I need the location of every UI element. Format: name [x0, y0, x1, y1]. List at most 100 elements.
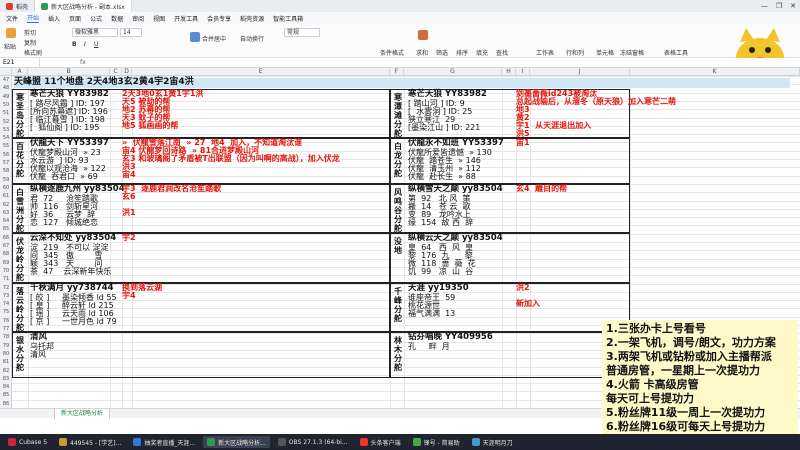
rows-columns-button[interactable]: 行和列	[566, 48, 584, 57]
territory-label[interactable]: 落 云 岭 分 舵	[14, 287, 26, 332]
row-number[interactable]: 59	[0, 177, 12, 183]
row-number[interactable]: 56	[0, 152, 12, 158]
guild-title[interactable]: 千秋满月 yy738744	[30, 284, 114, 293]
guild-title[interactable]: 天涯 yy19350	[408, 284, 469, 293]
row-number[interactable]: 49	[0, 94, 12, 100]
menu-formula[interactable]: 公式	[90, 14, 102, 23]
member-list[interactable]: 皇 64 西 风 皇 黎 176 九 黎 微 118 蔷 薇 花 饥 99 凉 …	[408, 244, 476, 276]
menu-view[interactable]: 视图	[153, 14, 165, 23]
row-number[interactable]: 63	[0, 210, 12, 216]
row-number[interactable]: 82	[0, 368, 12, 374]
member-list[interactable]: 淀 219 不可以 淀淀 间 345 傲 雪 颖 343 天 问 茶 47 云深…	[30, 244, 111, 276]
cut-button[interactable]: 剪切	[24, 28, 36, 37]
freeze-panes-button[interactable]: 冻结窗格	[620, 48, 644, 57]
member-list[interactable]: 君 72 沧笙踏歌 帅 116 剑斩星河 好 36 云梦 辞 恋 127 倾城绝…	[30, 195, 98, 227]
menu-page[interactable]: 页面	[69, 14, 81, 23]
row-number[interactable]: 64	[0, 218, 12, 224]
sort-button[interactable]: 排序	[456, 48, 468, 57]
cell-button[interactable]: 单元格	[596, 48, 614, 57]
row-number[interactable]: 71	[0, 276, 12, 282]
menu-developer[interactable]: 开发工具	[174, 14, 198, 23]
underline-button[interactable]: U	[94, 41, 98, 48]
notes-cell[interactable]: 宇3 逐鹿君涧改名沧笙踏歌 玄6 洪1	[122, 185, 221, 217]
name-box[interactable]: E21	[0, 58, 40, 67]
row-number[interactable]: 80	[0, 351, 12, 357]
row-number[interactable]: 61	[0, 193, 12, 199]
merge-button[interactable]: 合并居中	[202, 34, 226, 43]
row-number[interactable]: 79	[0, 343, 12, 349]
tab-workbook[interactable]: 新大区战略分析 - 副本.xlsx	[35, 0, 132, 12]
member-list[interactable]: 第 92 北 风 策 搬 14 苍 云 歌 变 89 龙吟水上 缘 154 故 …	[408, 195, 473, 227]
row-number[interactable]: 81	[0, 359, 12, 365]
row-number[interactable]: 74	[0, 301, 12, 307]
row-number[interactable]: 54	[0, 135, 12, 141]
taskbar-item-live[interactable]: 抽奖者直播_天涯...	[129, 436, 199, 448]
member-list[interactable]: 伏龍梦殿山河 » 23 水云游 ] ID: 93 伏龍以观沧海 » 122 伏龍…	[30, 149, 106, 181]
col-header-k[interactable]: K	[630, 68, 800, 76]
member-list[interactable]: [ 路尽风霜 ] ID: 197 [所向苏幕遮] ID: 196 [ 临江暮雪 …	[30, 100, 108, 132]
paste-button[interactable]: 粘贴	[4, 42, 16, 51]
col-header-f[interactable]: F	[390, 68, 404, 76]
sheet-header-cell[interactable]: 天峰盟 11个地盘 2天4地3玄2黄4宇2宙4洪	[14, 78, 790, 88]
guild-title[interactable]: 云深不知处 yy83504	[30, 234, 116, 243]
territory-label[interactable]: 白 龙 分 舵	[392, 142, 404, 178]
guild-title[interactable]: 清风	[30, 333, 47, 342]
notes-cell[interactable]: » 伏龍雪落江南 » 27 地4 加入，不知道淘汰谁 宙4 伏龍梦回诗路 » 8…	[122, 139, 340, 179]
fx-icon[interactable]: fx	[40, 59, 86, 66]
menu-smart-tools[interactable]: 智能工具箱	[273, 14, 303, 23]
guild-title[interactable]: 伏龍永不如班 YY53397	[408, 139, 504, 148]
minimize-button[interactable]: —	[761, 2, 768, 10]
row-number[interactable]: 73	[0, 293, 12, 299]
guild-title[interactable]: 纵横云天之颠 yy83504	[408, 234, 503, 243]
menu-docer[interactable]: 稻壳资源	[240, 14, 264, 23]
find-button[interactable]: 查找	[496, 48, 508, 57]
menu-file[interactable]: 文件	[6, 14, 18, 23]
row-number[interactable]: 75	[0, 309, 12, 315]
row-number[interactable]: 84	[0, 384, 12, 390]
row-number[interactable]: 60	[0, 185, 12, 191]
guild-title[interactable]: 寒芒天狼 YY83982	[30, 90, 109, 99]
bold-button[interactable]: B	[72, 41, 77, 48]
col-header-d[interactable]: D	[122, 68, 132, 76]
row-number[interactable]: 62	[0, 202, 12, 208]
taskbar-item-toutiao[interactable]: 头条客户端	[356, 436, 405, 448]
member-list[interactable]: [ 皎 ] 墨染倾香 ld 55 [ 皇 ] 醉云轩 ld 215 [ 瑶 ] …	[30, 294, 117, 326]
merge-icon[interactable]	[190, 32, 200, 42]
notes-cell[interactable]: 剑墨蔷薇id243被淘汰 总起战输后，从溜冬（原天狼）加入寒芒二萌 地3 黄2 …	[516, 90, 676, 138]
taskbar-item-spreadsheet[interactable]: 新大区战略分析...	[203, 436, 270, 448]
notes-cell[interactable]: 宇2	[122, 234, 136, 242]
col-header-j[interactable]: J	[530, 68, 630, 76]
menu-insert[interactable]: 插入	[48, 14, 60, 23]
row-number[interactable]: 55	[0, 143, 12, 149]
row-number[interactable]: 76	[0, 318, 12, 324]
row-number[interactable]: 57	[0, 160, 12, 166]
territory-label[interactable]: 林 木 分 舵	[392, 336, 404, 372]
taskbar-item-helper[interactable]: 锋号 - 简易助	[409, 436, 464, 448]
wrap-button[interactable]: 自动换行	[240, 34, 264, 43]
territory-label[interactable]: 白 雪 洲 分 舵	[14, 188, 26, 233]
menu-review[interactable]: 审阅	[132, 14, 144, 23]
territory-label[interactable]: 寒 圣 岛 分 舵	[14, 93, 26, 138]
format-painter-button[interactable]: 格式刷	[24, 48, 42, 57]
font-size-select[interactable]: 14	[120, 28, 142, 37]
row-number[interactable]: 83	[0, 376, 12, 382]
taskbar-item-obs[interactable]: OBS 27.1.3 (64-bi...	[274, 436, 352, 448]
row-number[interactable]: 77	[0, 326, 12, 332]
territory-label[interactable]: 风 鸣 谷 分 舵	[392, 188, 404, 233]
col-header-i[interactable]: I	[516, 68, 530, 76]
sheet-tab[interactable]: 新大区战略分析	[54, 409, 111, 419]
col-header-g[interactable]: G	[404, 68, 502, 76]
row-number[interactable]: 72	[0, 285, 12, 291]
territory-label[interactable]: 百 花 分 舵	[14, 142, 26, 178]
member-list[interactable]: [ 踏山河 ] ID: 9 [ 水雾洞 ] ID: 25 狭立寒江 29 [墨染…	[408, 100, 480, 132]
member-list[interactable]: 伏龍所爱皆遗憾 » 130 伏龍 踏苍生 » 146 伏龍 清玉州 » 112 …	[408, 149, 492, 181]
select-all-corner[interactable]	[0, 68, 12, 76]
row-number[interactable]: 70	[0, 268, 12, 274]
row-number[interactable]: 65	[0, 226, 12, 232]
copy-button[interactable]: 复制	[24, 38, 36, 47]
col-header-c[interactable]: C	[110, 68, 122, 76]
guild-title[interactable]: 纵横逐鹿九州 yy83504	[30, 185, 125, 194]
conditional-format-button[interactable]: 条件格式	[380, 48, 404, 57]
menu-home[interactable]: 开始	[27, 13, 40, 23]
close-button[interactable]: ✕	[790, 2, 796, 10]
